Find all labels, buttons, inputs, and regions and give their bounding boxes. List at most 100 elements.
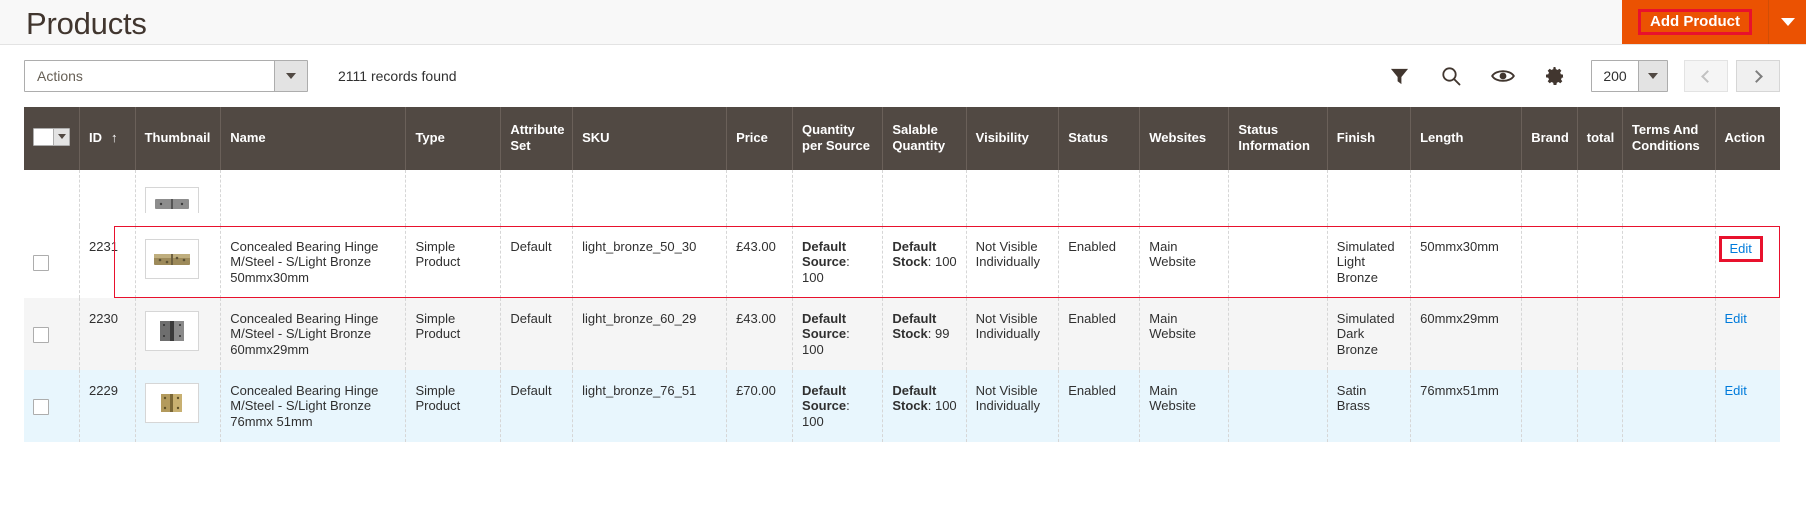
header-sku[interactable]: SKU <box>572 107 728 170</box>
cell-terms-and-conditions <box>1622 369 1716 442</box>
actions-select-toggle[interactable] <box>274 61 307 91</box>
header-finish[interactable]: Finish <box>1327 107 1412 170</box>
product-thumbnail <box>144 382 199 423</box>
add-product-button[interactable]: Add Product <box>1622 0 1768 44</box>
qty-source-label: Default Source <box>802 382 847 414</box>
cell-websites: Main Website <box>1139 297 1230 370</box>
search-icon[interactable] <box>1425 56 1477 96</box>
header-status[interactable]: Status <box>1058 107 1141 170</box>
header-terms-and-conditions[interactable]: Terms And Conditions <box>1622 107 1716 170</box>
products-grid-container: ID ↑ Thumbnail Name Type Attribute Set S… <box>0 107 1806 442</box>
cell-salable-quantity: Default Stock: 100 <box>882 226 967 298</box>
row-checkbox[interactable] <box>33 398 49 415</box>
row-checkbox[interactable] <box>33 326 49 343</box>
add-product-split-button: Add Product <box>1622 0 1806 44</box>
header-price[interactable]: Price <box>726 107 794 170</box>
previous-page-button[interactable] <box>1684 60 1728 92</box>
edit-link[interactable]: Edit <box>1725 383 1747 398</box>
cell-price: £43.00 <box>726 297 794 370</box>
edit-link[interactable]: Edit <box>1725 311 1747 326</box>
cell-id: 2229 <box>79 369 136 442</box>
header-salable-quantity[interactable]: Salable Quantity <box>882 107 967 170</box>
product-thumbnail <box>144 310 199 351</box>
select-all-checkbox[interactable] <box>34 128 53 145</box>
grid-header-row: ID ↑ Thumbnail Name Type Attribute Set S… <box>24 107 1780 170</box>
cell-status-information <box>1228 297 1328 370</box>
row-checkbox-cell[interactable] <box>24 297 81 370</box>
header-select-all[interactable] <box>24 107 81 170</box>
cell-brand <box>1521 226 1578 298</box>
filter-icon[interactable] <box>1373 56 1425 96</box>
products-grid: ID ↑ Thumbnail Name Type Attribute Set S… <box>24 107 1780 442</box>
eye-icon[interactable] <box>1477 56 1529 96</box>
cell-finish: Satin Brass <box>1327 369 1412 442</box>
edit-link[interactable]: Edit <box>1730 241 1752 256</box>
cell-attribute-set: Default <box>500 297 574 370</box>
header-name[interactable]: Name <box>220 107 407 170</box>
header-length[interactable]: Length <box>1410 107 1523 170</box>
add-product-label: Add Product <box>1638 9 1752 35</box>
header-brand[interactable]: Brand <box>1521 107 1578 170</box>
toolbar-controls: 200 <box>1373 56 1780 96</box>
add-product-dropdown-toggle[interactable] <box>1768 0 1806 44</box>
header-websites[interactable]: Websites <box>1139 107 1230 170</box>
cell-websites: Main Website <box>1139 369 1230 442</box>
actions-select[interactable]: Actions <box>24 60 308 92</box>
cell-visibility: Not Visible Individually <box>966 297 1060 370</box>
header-visibility[interactable]: Visibility <box>966 107 1060 170</box>
row-checkbox[interactable] <box>33 255 49 271</box>
header-thumbnail[interactable]: Thumbnail <box>135 107 222 170</box>
cell-price: £70.00 <box>726 369 794 442</box>
salable-label: Default Stock <box>892 310 937 342</box>
select-all-toggle[interactable] <box>53 128 69 145</box>
row-checkbox-cell[interactable] <box>24 226 81 298</box>
table-row[interactable] <box>24 170 1780 226</box>
cell-name: Concealed Bearing Hinge M/Steel - S/Ligh… <box>220 297 407 370</box>
cell-websites: Main Website <box>1139 226 1230 298</box>
header-type[interactable]: Type <box>405 107 502 170</box>
table-row[interactable]: 2229 Concealed Bearing Hinge M/Steel - S/… <box>24 369 1780 442</box>
header-quantity-per-source[interactable]: Quantity per Source <box>792 107 884 170</box>
qty-source-label: Default Source <box>802 310 847 342</box>
sort-ascending-icon: ↑ <box>111 130 118 146</box>
header-status-information[interactable]: Status Information <box>1228 107 1328 170</box>
cell-attribute-set: Default <box>500 226 574 298</box>
select-all-control[interactable] <box>33 127 70 146</box>
header-attribute-set[interactable]: Attribute Set <box>500 107 574 170</box>
header-id[interactable]: ID ↑ <box>79 107 136 170</box>
cell-type: Simple Product <box>405 369 502 442</box>
cell-type: Simple Product <box>405 226 502 298</box>
cell-attribute-set: Default <box>500 369 574 442</box>
product-thumbnail <box>144 187 199 213</box>
cell-brand <box>1521 369 1578 442</box>
cell-name: Concealed Bearing Hinge M/Steel - S/Ligh… <box>220 226 407 298</box>
table-row[interactable]: 2231 Concealed Bearing Hinge M/Steel - S/… <box>24 226 1780 298</box>
cell-finish: Simulated Dark Bronze <box>1327 297 1412 370</box>
page-title: Products <box>26 5 147 41</box>
chevron-right-icon <box>1750 69 1763 83</box>
cell-length: 76mmx51mm <box>1410 369 1523 442</box>
pagination <box>1684 60 1780 92</box>
cell-status: Enabled <box>1058 226 1141 298</box>
salable-label: Default Stock <box>892 382 937 414</box>
cell-action: Edit <box>1715 226 1780 298</box>
cell-thumbnail <box>135 369 222 442</box>
per-page-toggle[interactable] <box>1638 61 1667 91</box>
cell-terms-and-conditions <box>1622 226 1716 298</box>
header-total[interactable]: total <box>1577 107 1623 170</box>
table-row[interactable]: 2230 Concealed Bearing Hinge M/Steel - S/… <box>24 297 1780 370</box>
cell-finish: Simulated Light Bronze <box>1327 226 1412 298</box>
row-checkbox-cell[interactable] <box>24 170 81 226</box>
cell-quantity-per-source: Default Source: 100 <box>792 297 884 370</box>
actions-select-label: Actions <box>37 68 83 84</box>
cell-salable-quantity: Default Stock: 100 <box>882 369 967 442</box>
cell-thumbnail <box>135 226 222 298</box>
header-id-label: ID <box>89 130 103 146</box>
gear-icon[interactable] <box>1529 56 1581 96</box>
per-page-selector[interactable]: 200 <box>1591 60 1668 92</box>
cell-id: 2230 <box>79 297 136 370</box>
row-checkbox-cell[interactable] <box>24 369 81 442</box>
cell-total <box>1577 226 1623 298</box>
cell-thumbnail <box>135 297 222 370</box>
next-page-button[interactable] <box>1736 60 1780 92</box>
